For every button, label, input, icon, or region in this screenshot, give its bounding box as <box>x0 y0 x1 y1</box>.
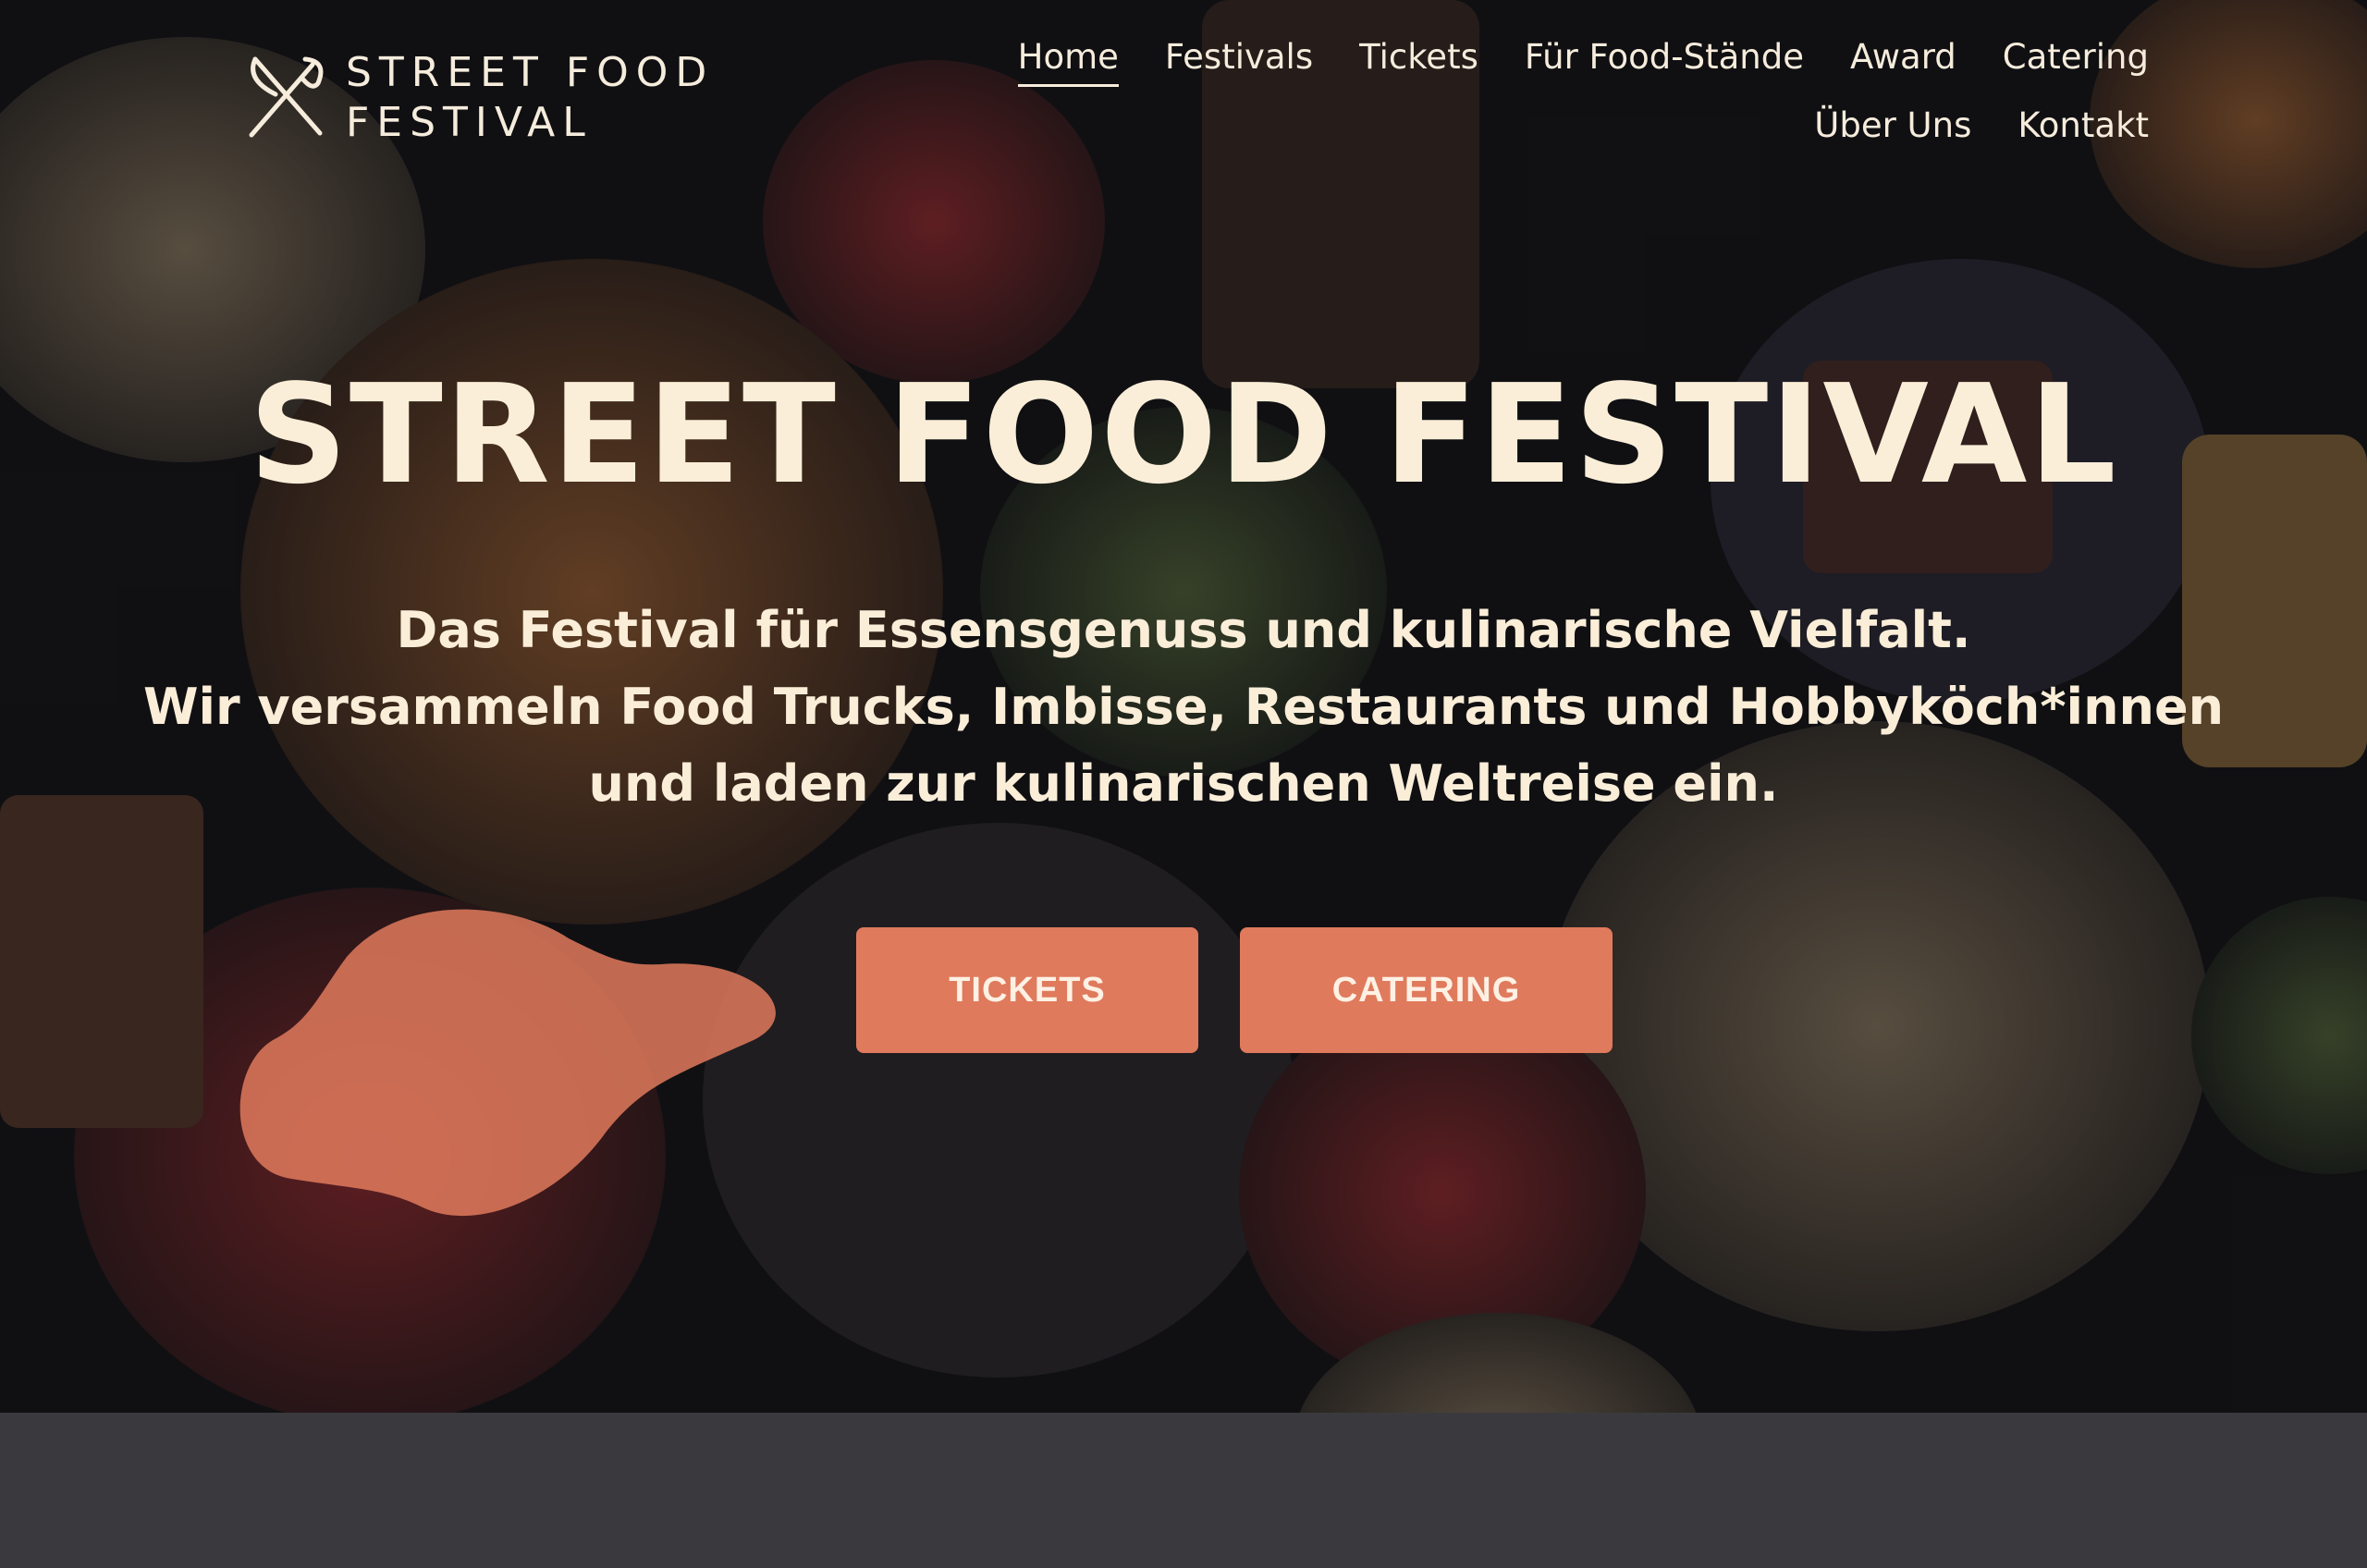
nav-item-award[interactable]: Award <box>1850 33 1956 81</box>
hero-subtitle: Das Festival für Essensgenuss und kulina… <box>0 592 2367 822</box>
nav-item-tickets[interactable]: Tickets <box>1359 33 1478 81</box>
site-logo[interactable]: STREET FOOD FESTIVAL <box>239 48 714 148</box>
nav-item-festivals[interactable]: Festivals <box>1165 33 1313 81</box>
nav-item-catering[interactable]: Catering <box>2003 33 2149 81</box>
hero-section: STREET FOOD FESTIVAL Home Festivals Tick… <box>0 0 2367 1413</box>
next-section <box>0 1413 2367 1568</box>
logo-line-2: FESTIVAL <box>346 99 593 146</box>
catering-button[interactable]: CATERING <box>1240 927 1613 1053</box>
decorative-blob <box>239 909 776 1217</box>
hero-subtitle-line-3: und laden zur kulinarischen Weltreise ei… <box>588 754 1779 813</box>
nav-item-food-staende[interactable]: Für Food-Stände <box>1525 33 1804 81</box>
hero-title: STREET FOOD FESTIVAL <box>249 355 2118 514</box>
logo-line-1: STREET FOOD <box>346 49 715 96</box>
logo-text: STREET FOOD FESTIVAL <box>346 48 714 148</box>
tickets-button[interactable]: TICKETS <box>856 927 1198 1053</box>
nav-item-ueber-uns[interactable]: Über Uns <box>1814 102 1971 150</box>
nav-item-home[interactable]: Home <box>1017 33 1120 87</box>
hero-subtitle-line-2: Wir versammeln Food Trucks, Imbisse, Res… <box>142 678 2225 736</box>
hero-subtitle-line-1: Das Festival für Essensgenuss und kulina… <box>396 601 1971 659</box>
main-navigation: Home Festivals Tickets Für Food-Stände A… <box>817 33 2149 150</box>
crossed-fork-knife-icon <box>249 56 324 138</box>
nav-item-kontakt[interactable]: Kontakt <box>2017 102 2149 150</box>
